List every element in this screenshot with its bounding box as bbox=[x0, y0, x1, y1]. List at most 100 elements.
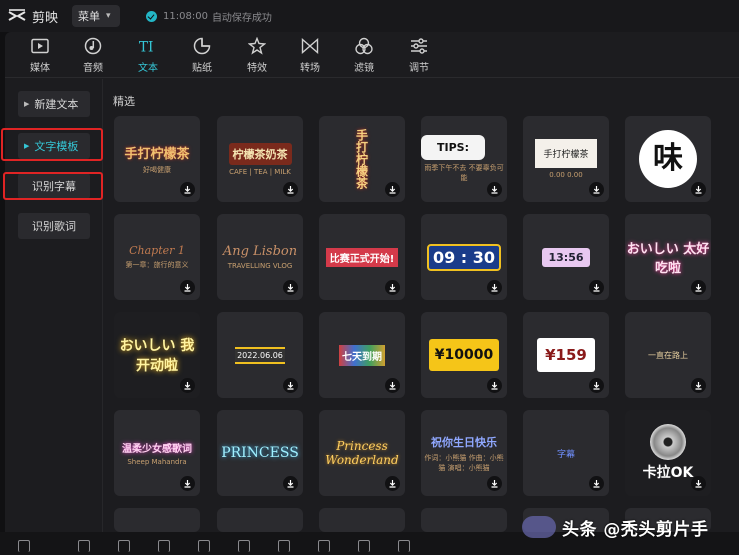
download-icon[interactable] bbox=[691, 378, 706, 393]
effects-icon bbox=[247, 36, 267, 56]
template-preview-text: 七天到期 bbox=[339, 344, 385, 366]
download-icon[interactable] bbox=[283, 280, 298, 295]
download-icon[interactable] bbox=[180, 182, 195, 197]
text-template-tile[interactable] bbox=[421, 508, 507, 532]
text-template-tile[interactable]: おいしい 我开动啦 bbox=[114, 312, 200, 398]
text-template-tile[interactable]: TIPS: 雨季下午不去 不要辜负可能 bbox=[421, 116, 507, 202]
app-name: 剪映 bbox=[32, 10, 59, 26]
download-icon[interactable] bbox=[691, 280, 706, 295]
audio-icon bbox=[83, 36, 103, 56]
tab-sticker-label: 贴纸 bbox=[192, 63, 212, 74]
download-icon[interactable] bbox=[180, 378, 195, 393]
title-bar: 剪映 菜单 ▾ 11:08:00 自动保存成功 bbox=[0, 0, 739, 32]
text-template-tile[interactable]: PRINCESS bbox=[217, 410, 303, 496]
mirror-icon[interactable] bbox=[318, 540, 330, 552]
text-template-tile[interactable]: ¥10000 bbox=[421, 312, 507, 398]
template-preview-text: Chapter 1 bbox=[129, 244, 185, 257]
template-preview-text: 卡拉OK bbox=[642, 465, 694, 481]
menu-label: 菜单 bbox=[78, 10, 101, 23]
text-template-tile[interactable]: 手打柠檬茶 好喝健康 bbox=[114, 116, 200, 202]
tab-transition[interactable]: 转场 bbox=[285, 36, 335, 76]
redo-icon[interactable] bbox=[118, 540, 130, 552]
text-template-tile[interactable]: Chapter 1 第一章：旅行的意义 bbox=[114, 214, 200, 300]
text-template-tile[interactable]: 比赛正式开始! bbox=[319, 214, 405, 300]
rotate-icon[interactable] bbox=[358, 540, 370, 552]
select-tool-icon[interactable] bbox=[18, 540, 30, 552]
template-preview-text: ¥159 bbox=[537, 338, 595, 372]
resource-panel: 媒体 音频 TI 文本 贴纸 特效 转场 滤镜 调节 ▶ 新建文本 ▶ 文字模板… bbox=[5, 32, 739, 532]
tab-effects-label: 特效 bbox=[247, 63, 267, 74]
text-template-tile[interactable]: 手打柠檬茶 bbox=[319, 116, 405, 202]
download-icon[interactable] bbox=[589, 280, 604, 295]
disc-icon bbox=[650, 424, 686, 460]
tab-adjust[interactable]: 调节 bbox=[394, 36, 444, 76]
filter-icon bbox=[354, 36, 374, 56]
highlight-box-recognize-subtitle bbox=[3, 172, 103, 200]
download-icon[interactable] bbox=[283, 182, 298, 197]
download-icon[interactable] bbox=[487, 378, 502, 393]
text-template-tile[interactable]: 温柔少女感歌词 Sheep Mahandra bbox=[114, 410, 200, 496]
template-preview-text: 2022.06.06 bbox=[235, 346, 285, 364]
text-template-tile[interactable]: 手打柠檬茶 0.00 0.00 bbox=[523, 116, 609, 202]
download-icon[interactable] bbox=[180, 476, 195, 491]
template-preview-text: Ang Lisbon bbox=[222, 244, 298, 259]
text-template-tile[interactable] bbox=[319, 508, 405, 532]
text-template-tile[interactable] bbox=[114, 508, 200, 532]
text-template-tile[interactable]: ¥159 bbox=[523, 312, 609, 398]
download-icon[interactable] bbox=[385, 378, 400, 393]
template-preview-text: 手打柠檬茶 bbox=[354, 129, 369, 189]
text-template-tile[interactable]: Ang Lisbon TRAVELLING VLOG bbox=[217, 214, 303, 300]
svg-text:TI: TI bbox=[139, 39, 153, 54]
download-icon[interactable] bbox=[283, 378, 298, 393]
app-logo: 剪映 bbox=[8, 7, 58, 26]
download-icon[interactable] bbox=[691, 476, 706, 491]
crop-icon[interactable] bbox=[398, 540, 410, 552]
tab-effects[interactable]: 特效 bbox=[232, 36, 282, 76]
download-icon[interactable] bbox=[180, 280, 195, 295]
text-template-tile[interactable]: 字幕 bbox=[523, 410, 609, 496]
reverse-icon[interactable] bbox=[278, 540, 290, 552]
download-icon[interactable] bbox=[487, 476, 502, 491]
text-template-tile[interactable]: 祝你生日快乐 作词：小熊猫 作曲：小熊猫 演唱：小熊猫 bbox=[421, 410, 507, 496]
text-template-tile[interactable]: 七天到期 bbox=[319, 312, 405, 398]
delete-icon[interactable] bbox=[198, 540, 210, 552]
download-icon[interactable] bbox=[385, 280, 400, 295]
download-icon[interactable] bbox=[589, 476, 604, 491]
text-template-tile[interactable] bbox=[217, 508, 303, 532]
text-template-tile[interactable]: おいしい 太好吃啦 bbox=[625, 214, 711, 300]
tab-sticker[interactable]: 贴纸 bbox=[177, 36, 227, 76]
tab-media[interactable]: 媒体 bbox=[15, 36, 65, 76]
sidebar-item-recognize-lyrics[interactable]: 识别歌词 bbox=[18, 213, 90, 239]
download-icon[interactable] bbox=[691, 182, 706, 197]
template-preview-subtext: 第一章：旅行的意义 bbox=[125, 261, 189, 269]
tab-audio[interactable]: 音频 bbox=[68, 36, 118, 76]
tab-media-label: 媒体 bbox=[30, 63, 50, 74]
tab-adjust-label: 调节 bbox=[409, 63, 429, 74]
freeze-icon[interactable] bbox=[238, 540, 250, 552]
text-template-tile[interactable]: 卡拉OK bbox=[625, 410, 711, 496]
text-template-tile[interactable]: 味 bbox=[625, 116, 711, 202]
menu-button[interactable]: 菜单 ▾ bbox=[72, 5, 121, 27]
tab-filter[interactable]: 滤镜 bbox=[339, 36, 389, 76]
split-icon[interactable] bbox=[158, 540, 170, 552]
text-template-tile[interactable]: 一直在路上 bbox=[625, 312, 711, 398]
jianying-window: 剪映 菜单 ▾ 11:08:00 自动保存成功 媒体 音频 TI 文本 贴纸 特… bbox=[0, 0, 739, 555]
download-icon[interactable] bbox=[487, 280, 502, 295]
undo-icon[interactable] bbox=[78, 540, 90, 552]
download-icon[interactable] bbox=[385, 182, 400, 197]
text-template-tile[interactable]: 13:56 bbox=[523, 214, 609, 300]
text-template-tile[interactable]: 柠檬茶奶茶 CAFE | TEA | MILK bbox=[217, 116, 303, 202]
download-icon[interactable] bbox=[589, 378, 604, 393]
category-toolbar: 媒体 音频 TI 文本 贴纸 特效 转场 滤镜 调节 bbox=[5, 32, 739, 78]
tab-text[interactable]: TI 文本 bbox=[123, 36, 173, 76]
download-icon[interactable] bbox=[385, 476, 400, 491]
text-template-tile[interactable]: Princess Wonderland bbox=[319, 410, 405, 496]
download-icon[interactable] bbox=[589, 182, 604, 197]
text-template-tile[interactable]: 09 : 30 bbox=[421, 214, 507, 300]
download-icon[interactable] bbox=[487, 182, 502, 197]
text-template-tile[interactable]: 2022.06.06 bbox=[217, 312, 303, 398]
sidebar-item-new-text[interactable]: ▶ 新建文本 bbox=[18, 91, 90, 117]
sidebar-item-label: 新建文本 bbox=[34, 98, 79, 111]
sidebar-item-label: 识别歌词 bbox=[32, 220, 76, 233]
download-icon[interactable] bbox=[283, 476, 298, 491]
